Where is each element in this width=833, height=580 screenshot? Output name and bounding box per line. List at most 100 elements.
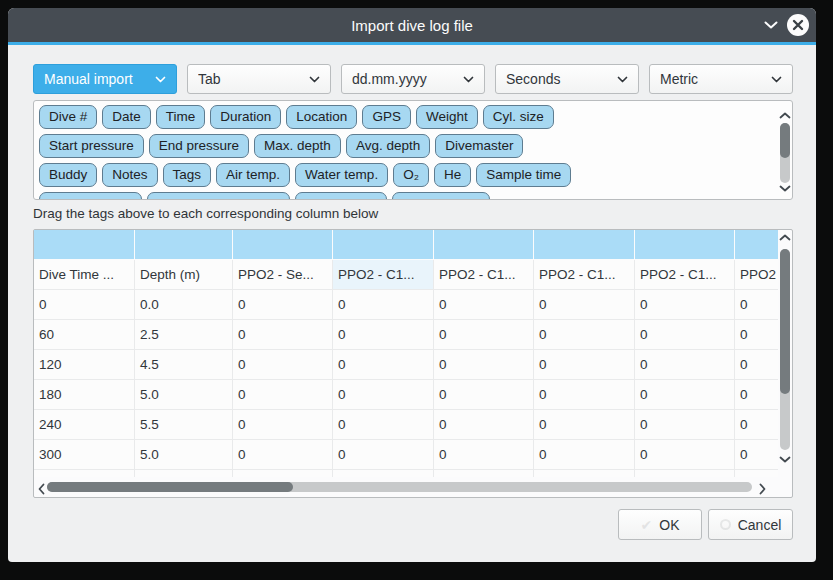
drop-target-cell[interactable] bbox=[333, 230, 434, 260]
table-cell[interactable] bbox=[534, 470, 635, 477]
field-tag[interactable]: Duration bbox=[210, 105, 281, 129]
table-cell[interactable]: 0 bbox=[534, 410, 635, 440]
table-cell[interactable]: 0 bbox=[735, 350, 778, 380]
table-cell[interactable]: 0 bbox=[34, 290, 135, 320]
scroll-left-icon[interactable] bbox=[38, 483, 45, 495]
table-cell[interactable]: 5.5 bbox=[135, 410, 233, 440]
scroll-up-icon[interactable] bbox=[779, 112, 791, 119]
table-cell[interactable]: 0 bbox=[534, 350, 635, 380]
table-cell[interactable]: 5.0 bbox=[135, 440, 233, 470]
table-cell[interactable] bbox=[735, 470, 778, 477]
field-separator-combo[interactable]: Tab bbox=[187, 64, 331, 94]
table-cell[interactable]: 0 bbox=[333, 440, 434, 470]
drop-target-cell[interactable] bbox=[233, 230, 333, 260]
field-tag[interactable]: Date bbox=[102, 105, 151, 129]
table-cell[interactable]: 0 bbox=[534, 440, 635, 470]
table-cell[interactable]: 240 bbox=[34, 410, 135, 440]
table-cell[interactable]: 0 bbox=[635, 350, 735, 380]
column-header[interactable]: PPO2 - C1... bbox=[434, 260, 534, 290]
cancel-button[interactable]: Cancel bbox=[708, 509, 793, 540]
table-cell[interactable]: 5.0 bbox=[135, 380, 233, 410]
table-cell[interactable]: 180 bbox=[34, 380, 135, 410]
duration-format-combo[interactable]: Seconds bbox=[495, 64, 639, 94]
table-cell[interactable]: 0 bbox=[434, 440, 534, 470]
table-cell[interactable]: 0 bbox=[233, 410, 333, 440]
field-tag[interactable]: Cyl. size bbox=[483, 105, 554, 129]
table-cell[interactable]: 0 bbox=[735, 380, 778, 410]
table-cell[interactable]: 0 bbox=[534, 290, 635, 320]
table-cell[interactable]: 0 bbox=[735, 290, 778, 320]
table-cell[interactable]: 4.5 bbox=[135, 350, 233, 380]
field-tag[interactable]: Dive # bbox=[39, 105, 97, 129]
field-tag[interactable]: O₂ bbox=[393, 163, 429, 187]
titlebar[interactable]: Import dive log file bbox=[8, 8, 816, 42]
drop-target-cell[interactable] bbox=[735, 230, 778, 260]
field-tag[interactable]: Time bbox=[156, 105, 206, 129]
table-cell[interactable]: 0 bbox=[233, 290, 333, 320]
table-cell[interactable]: 60 bbox=[34, 320, 135, 350]
table-cell[interactable]: 0 bbox=[635, 440, 735, 470]
field-tag[interactable]: Avg. depth bbox=[346, 134, 430, 158]
chevron-down-icon[interactable] bbox=[764, 21, 778, 29]
field-tag[interactable]: Location bbox=[286, 105, 357, 129]
field-tag[interactable]: Buddy bbox=[39, 163, 97, 187]
table-cell[interactable] bbox=[135, 470, 233, 477]
field-tag[interactable]: He bbox=[434, 163, 471, 187]
drop-target-cell[interactable] bbox=[135, 230, 233, 260]
table-cell[interactable]: 120 bbox=[34, 350, 135, 380]
table-cell[interactable]: 0 bbox=[735, 410, 778, 440]
import-mode-combo[interactable]: Manual import bbox=[33, 64, 177, 94]
units-combo[interactable]: Metric bbox=[649, 64, 793, 94]
scroll-right-icon[interactable] bbox=[759, 483, 766, 495]
close-icon[interactable] bbox=[787, 14, 809, 36]
date-format-combo[interactable]: dd.mm.yyyy bbox=[341, 64, 485, 94]
table-cell[interactable]: 0 bbox=[233, 320, 333, 350]
table-horizontal-scrollbar[interactable] bbox=[34, 477, 778, 497]
scrollbar-thumb[interactable] bbox=[47, 482, 293, 492]
table-cell[interactable]: 0 bbox=[635, 410, 735, 440]
field-tag[interactable]: Sample temperature bbox=[147, 192, 289, 200]
table-cell[interactable]: 2.5 bbox=[135, 320, 233, 350]
field-tag[interactable]: Water temp. bbox=[295, 163, 388, 187]
drop-target-cell[interactable] bbox=[635, 230, 735, 260]
table-cell[interactable]: 0 bbox=[635, 290, 735, 320]
column-header[interactable]: PPO2 - C1... bbox=[333, 260, 434, 290]
field-tag[interactable]: End pressure bbox=[149, 134, 249, 158]
field-tag[interactable]: Sample CNS bbox=[392, 192, 490, 200]
field-tag[interactable]: Air temp. bbox=[216, 163, 290, 187]
drop-target-cell[interactable] bbox=[434, 230, 534, 260]
table-cell[interactable]: 0 bbox=[233, 380, 333, 410]
drop-target-cell[interactable] bbox=[34, 230, 135, 260]
table-cell[interactable]: 0 bbox=[735, 320, 778, 350]
ok-button[interactable]: ✔ OK bbox=[618, 509, 702, 540]
table-cell[interactable]: 0 bbox=[635, 320, 735, 350]
table-cell[interactable]: 0 bbox=[333, 290, 434, 320]
scrollbar-thumb[interactable] bbox=[780, 123, 790, 158]
table-cell[interactable]: 0 bbox=[434, 290, 534, 320]
table-cell[interactable]: 0 bbox=[333, 320, 434, 350]
scrollbar-thumb[interactable] bbox=[780, 249, 790, 394]
table-cell[interactable]: 0.0 bbox=[135, 290, 233, 320]
table-vertical-scrollbar[interactable] bbox=[778, 230, 792, 477]
table-cell[interactable] bbox=[333, 470, 434, 477]
table-cell[interactable]: 0 bbox=[534, 320, 635, 350]
table-cell[interactable]: 0 bbox=[434, 320, 534, 350]
scroll-down-icon[interactable] bbox=[779, 456, 791, 463]
field-tag[interactable]: Start pressure bbox=[39, 134, 144, 158]
column-header[interactable]: PPO2 - C1... bbox=[635, 260, 735, 290]
table-cell[interactable] bbox=[233, 470, 333, 477]
table-cell[interactable]: 0 bbox=[233, 350, 333, 380]
field-tag[interactable]: Tags bbox=[163, 163, 212, 187]
field-tag[interactable]: Notes bbox=[102, 163, 157, 187]
table-cell[interactable]: 0 bbox=[635, 380, 735, 410]
field-tag[interactable]: Sample depth bbox=[39, 192, 142, 200]
table-cell[interactable]: 0 bbox=[333, 350, 434, 380]
table-cell[interactable]: 0 bbox=[333, 410, 434, 440]
column-header[interactable]: PPO2 bbox=[735, 260, 778, 290]
field-tag[interactable]: Max. depth bbox=[254, 134, 341, 158]
field-tag[interactable]: GPS bbox=[362, 105, 411, 129]
table-cell[interactable]: 0 bbox=[735, 440, 778, 470]
column-header[interactable]: Dive Time ... bbox=[34, 260, 135, 290]
column-header[interactable]: PPO2 - C1... bbox=[534, 260, 635, 290]
field-tag[interactable]: Weight bbox=[416, 105, 478, 129]
